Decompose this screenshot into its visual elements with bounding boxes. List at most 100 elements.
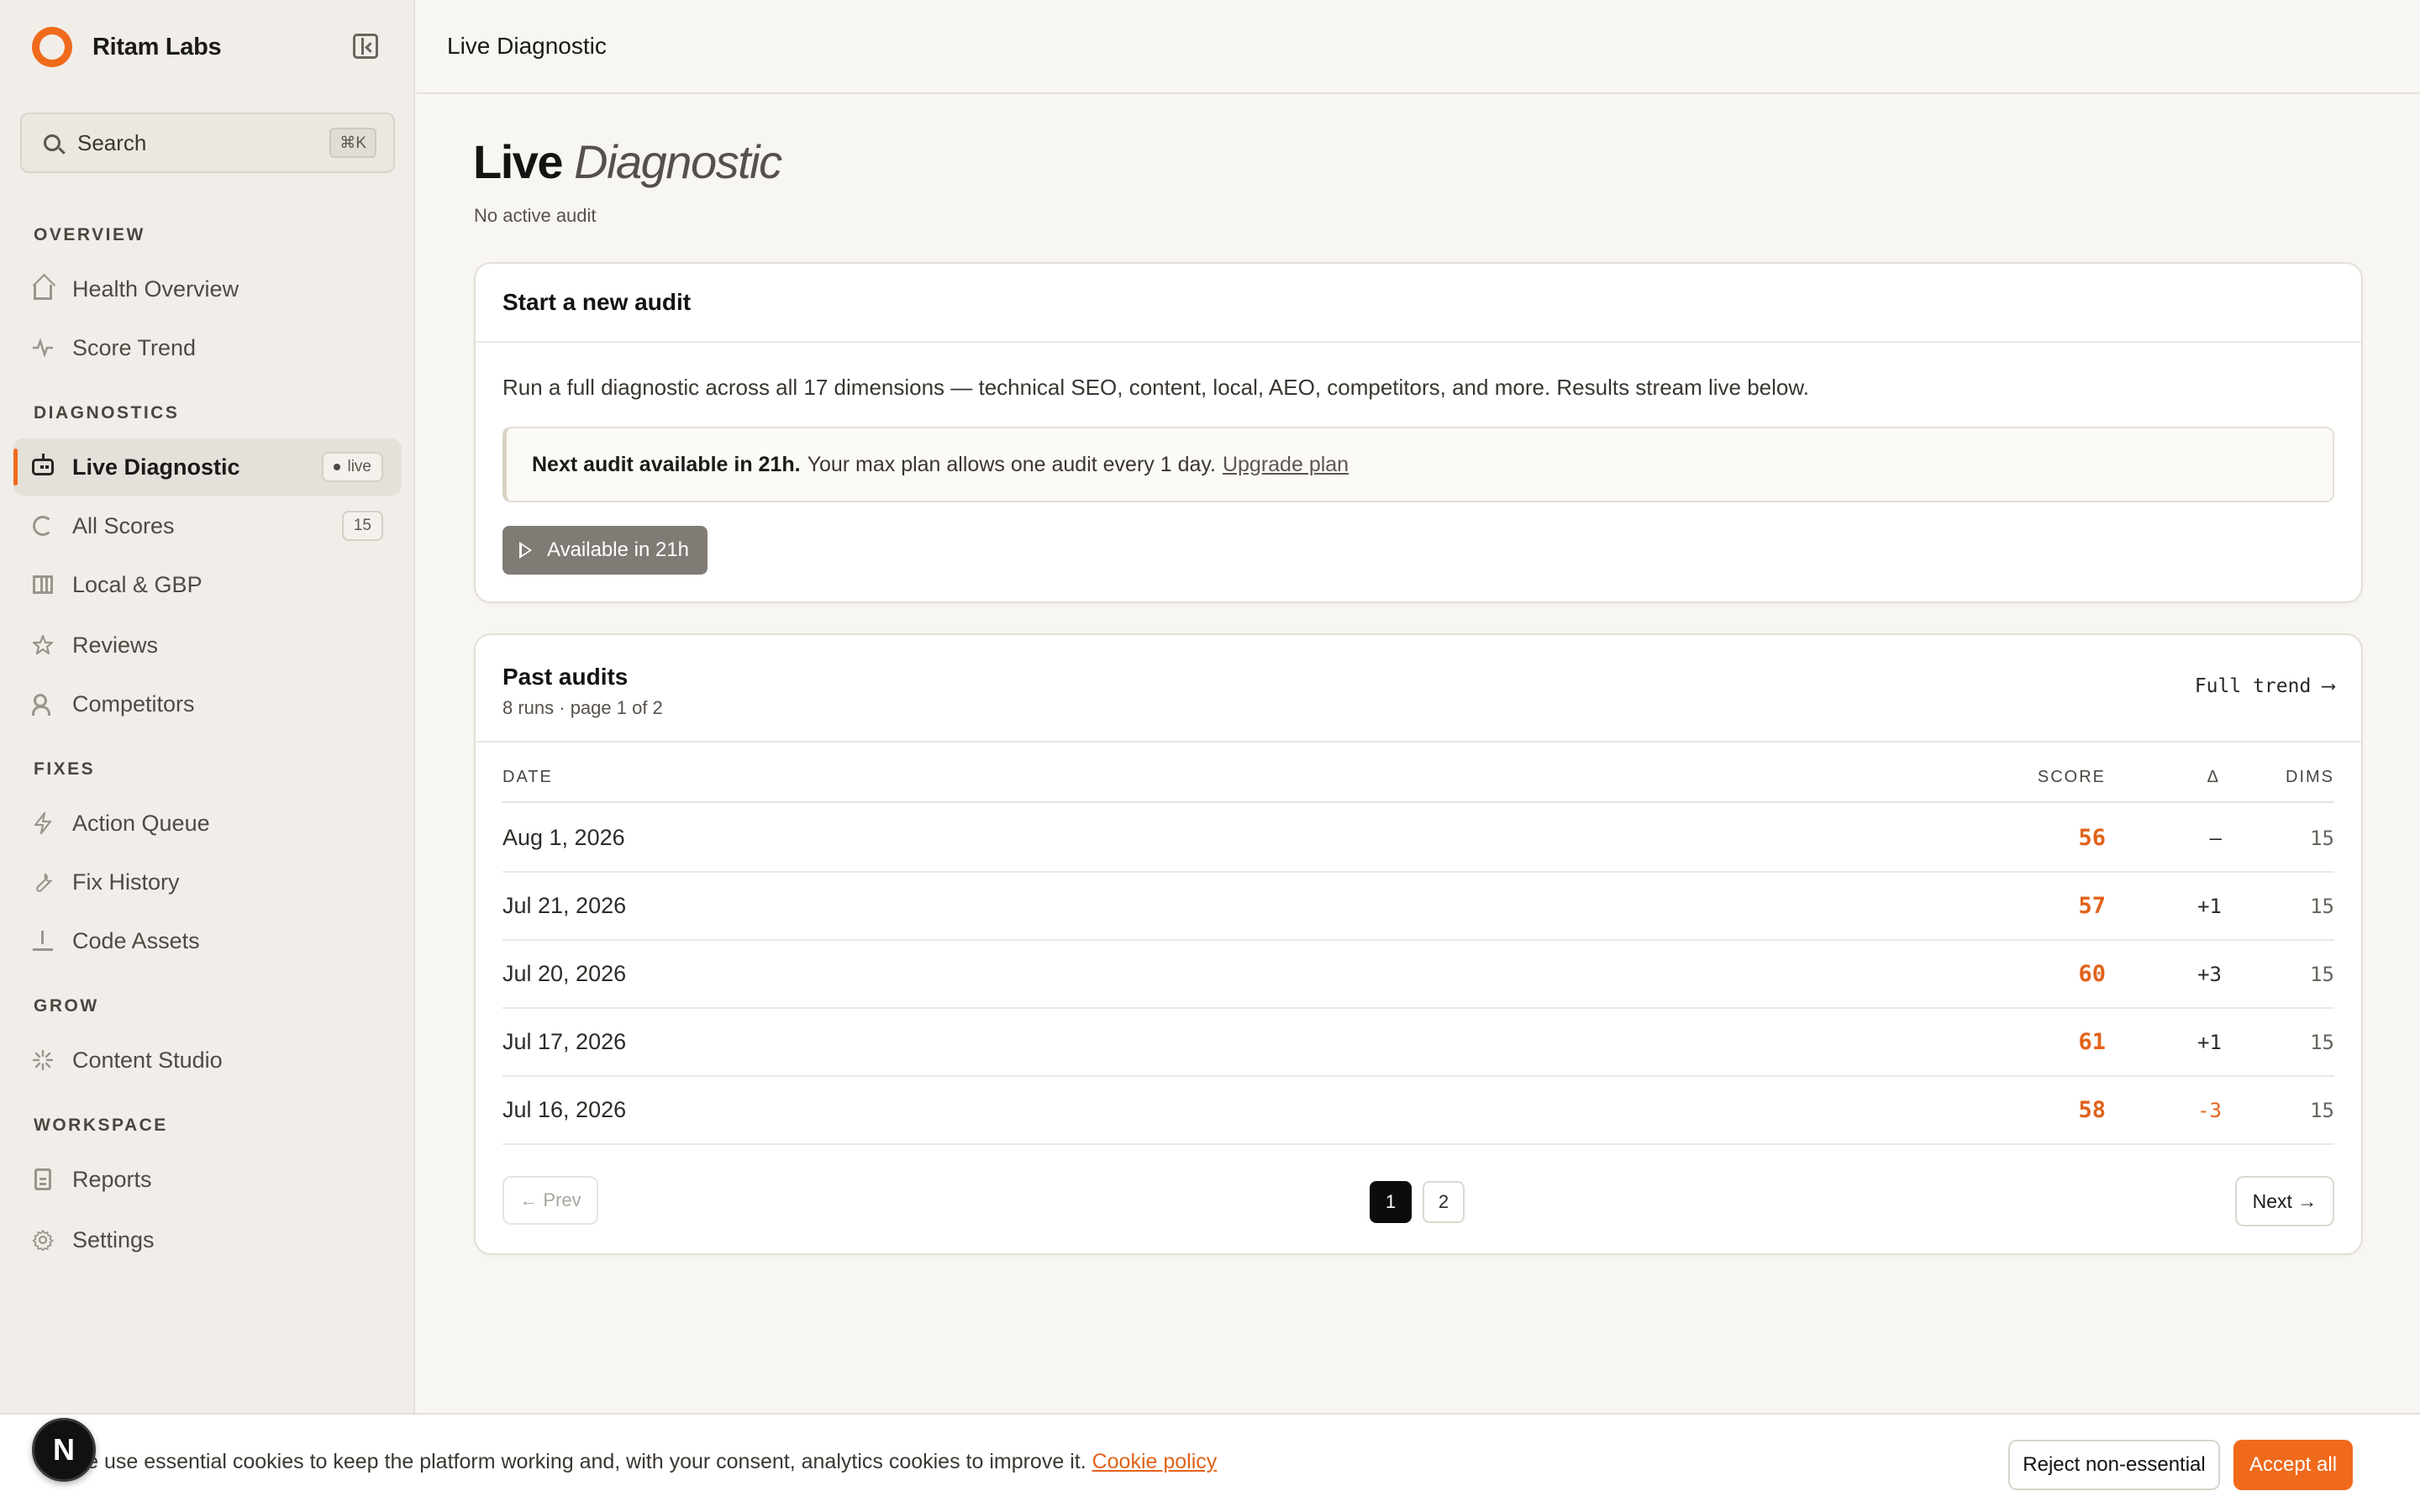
cookie-banner: We use essential cookies to keep the pla…	[0, 1413, 2420, 1512]
brand-name: Ritam Labs	[92, 33, 222, 60]
home-icon	[32, 278, 54, 300]
past-audits-subtitle: 8 runs · page 1 of 2	[502, 697, 663, 718]
sidebar-item-all-scores[interactable]: All Scores 15	[13, 497, 402, 554]
gear-icon	[32, 1229, 54, 1251]
row-delta: –	[2209, 827, 2222, 850]
count-badge: 15	[341, 511, 383, 541]
table-row[interactable]: Jul 17, 2026 61 +1 15	[502, 1009, 2334, 1077]
page-subtitle: No active audit	[474, 205, 597, 226]
page-1-button[interactable]: 1	[1370, 1181, 1412, 1223]
row-dims: 15	[2310, 1031, 2334, 1054]
search-input[interactable]: Search ⌘K	[20, 113, 395, 173]
cookie-message: We use essential cookies to keep the pla…	[67, 1450, 1086, 1473]
collapse-sidebar-icon[interactable]	[353, 34, 378, 59]
sidebar-item-health-overview[interactable]: Health Overview	[13, 260, 402, 318]
table-row[interactable]: Jul 16, 2026 58 -3 15	[502, 1077, 2334, 1145]
sidebar-item-action-queue[interactable]: Action Queue	[13, 795, 402, 852]
map-icon	[32, 574, 54, 596]
section-diagnostics: DIAGNOSTICS	[34, 403, 180, 423]
upgrade-plan-link[interactable]: Upgrade plan	[1223, 453, 1349, 477]
next-page-button[interactable]: Next →	[2235, 1176, 2334, 1226]
past-audits-title: Past audits	[502, 664, 629, 690]
topbar: Live Diagnostic	[417, 0, 2420, 94]
sidebar-item-label: Reviews	[72, 632, 159, 658]
row-delta: +3	[2197, 963, 2222, 986]
row-dims: 15	[2310, 827, 2334, 850]
cookie-policy-link[interactable]: Cookie policy	[1092, 1450, 1218, 1473]
sidebar-item-label: Content Studio	[72, 1047, 223, 1073]
sidebar-item-settings[interactable]: Settings	[13, 1211, 402, 1268]
row-date: Jul 20, 2026	[502, 961, 627, 986]
sidebar-item-label: Fix History	[72, 869, 180, 895]
section-grow: GROW	[34, 996, 99, 1016]
star-icon	[32, 634, 54, 656]
past-audits-card: Past audits 8 runs · page 1 of 2 Full tr…	[474, 633, 2363, 1255]
sidebar-item-label: Competitors	[72, 690, 195, 717]
sidebar-item-reports[interactable]: Reports	[13, 1151, 402, 1208]
prev-page-button[interactable]: ← Prev	[502, 1176, 598, 1225]
notice-text: Your max plan allows one audit every 1 d…	[807, 452, 1216, 476]
topbar-title: Live Diagnostic	[447, 33, 607, 59]
page-2-button[interactable]: 2	[1423, 1181, 1465, 1223]
sidebar-item-label: Local & GBP	[72, 571, 203, 597]
new-audit-card: Start a new audit Run a full diagnostic …	[474, 262, 2363, 603]
sidebar-item-label: Reports	[72, 1166, 152, 1192]
row-score: 57	[2078, 893, 2106, 919]
table-row[interactable]: Jul 20, 2026 60 +3 15	[502, 941, 2334, 1009]
row-date: Jul 16, 2026	[502, 1097, 627, 1122]
sidebar-item-label: Score Trend	[72, 334, 197, 360]
new-audit-title: Start a new audit	[502, 289, 692, 315]
file-icon	[32, 1168, 54, 1190]
brand-logo-icon	[32, 27, 72, 67]
audit-limit-notice: Next audit available in 21h. Your max pl…	[502, 427, 2334, 502]
table-row[interactable]: Aug 1, 2026 56 – 15	[502, 805, 2334, 873]
sidebar-item-label: All Scores	[72, 512, 175, 538]
column-date: DATE	[502, 768, 553, 786]
download-icon	[32, 930, 54, 952]
start-audit-label: Available in 21h	[547, 538, 690, 561]
new-audit-header: Start a new audit	[476, 264, 2361, 343]
zap-icon	[32, 812, 54, 834]
new-audit-description: Run a full diagnostic across all 17 dime…	[502, 375, 1809, 400]
table-row[interactable]: Jul 21, 2026 57 +1 15	[502, 873, 2334, 941]
users-icon	[32, 693, 54, 716]
column-delta: Δ	[2207, 768, 2220, 786]
notice-bold: Next audit available in 21h.	[532, 452, 801, 476]
past-audits-header: Past audits 8 runs · page 1 of 2 Full tr…	[476, 635, 2361, 743]
brand[interactable]: Ritam Labs	[32, 24, 222, 71]
reject-cookies-button[interactable]: Reject non-essential	[2008, 1440, 2220, 1490]
gauge-icon	[32, 515, 54, 537]
sidebar-item-local-gbp[interactable]: Local & GBP	[13, 556, 402, 613]
row-date: Jul 17, 2026	[502, 1029, 627, 1054]
start-audit-button[interactable]: Available in 21h	[502, 526, 708, 575]
sidebar-item-reviews[interactable]: Reviews	[13, 617, 402, 674]
table-header: DATE SCORE Δ DIMS	[502, 761, 2334, 803]
sidebar-item-content-studio[interactable]: Content Studio	[13, 1032, 402, 1089]
row-date: Jul 21, 2026	[502, 893, 627, 918]
sidebar-item-live-diagnostic[interactable]: Live Diagnostic live	[13, 438, 402, 496]
page-title-main: Live	[473, 135, 564, 188]
search-placeholder: Search	[77, 129, 147, 155]
section-fixes: FIXES	[34, 759, 96, 779]
sidebar-item-fix-history[interactable]: Fix History	[13, 853, 402, 911]
search-icon	[44, 134, 60, 151]
row-delta: +1	[2197, 1031, 2222, 1054]
row-delta: -3	[2197, 1099, 2222, 1122]
sidebar: Ritam Labs Search ⌘K OVERVIEW Health Ove…	[0, 0, 415, 1512]
row-dims: 15	[2310, 895, 2334, 918]
page-title-italic: Diagnostic	[574, 135, 782, 188]
sidebar-item-score-trend[interactable]: Score Trend	[13, 319, 402, 376]
cookie-text: We use essential cookies to keep the pla…	[67, 1450, 1217, 1474]
activity-icon	[32, 337, 54, 359]
row-delta: +1	[2197, 895, 2222, 918]
dev-tools-badge[interactable]: N	[32, 1418, 96, 1482]
sidebar-item-code-assets[interactable]: Code Assets	[13, 912, 402, 969]
accept-cookies-button[interactable]: Accept all	[2233, 1440, 2353, 1490]
row-dims: 15	[2310, 1099, 2334, 1122]
row-dims: 15	[2310, 963, 2334, 986]
sidebar-item-competitors[interactable]: Competitors	[13, 675, 402, 732]
sidebar-item-label: Health Overview	[72, 276, 239, 302]
page-title: Live Diagnostic	[473, 134, 782, 189]
full-trend-link[interactable]: Full trend ⟶	[2195, 675, 2334, 697]
wrench-icon	[32, 871, 54, 893]
